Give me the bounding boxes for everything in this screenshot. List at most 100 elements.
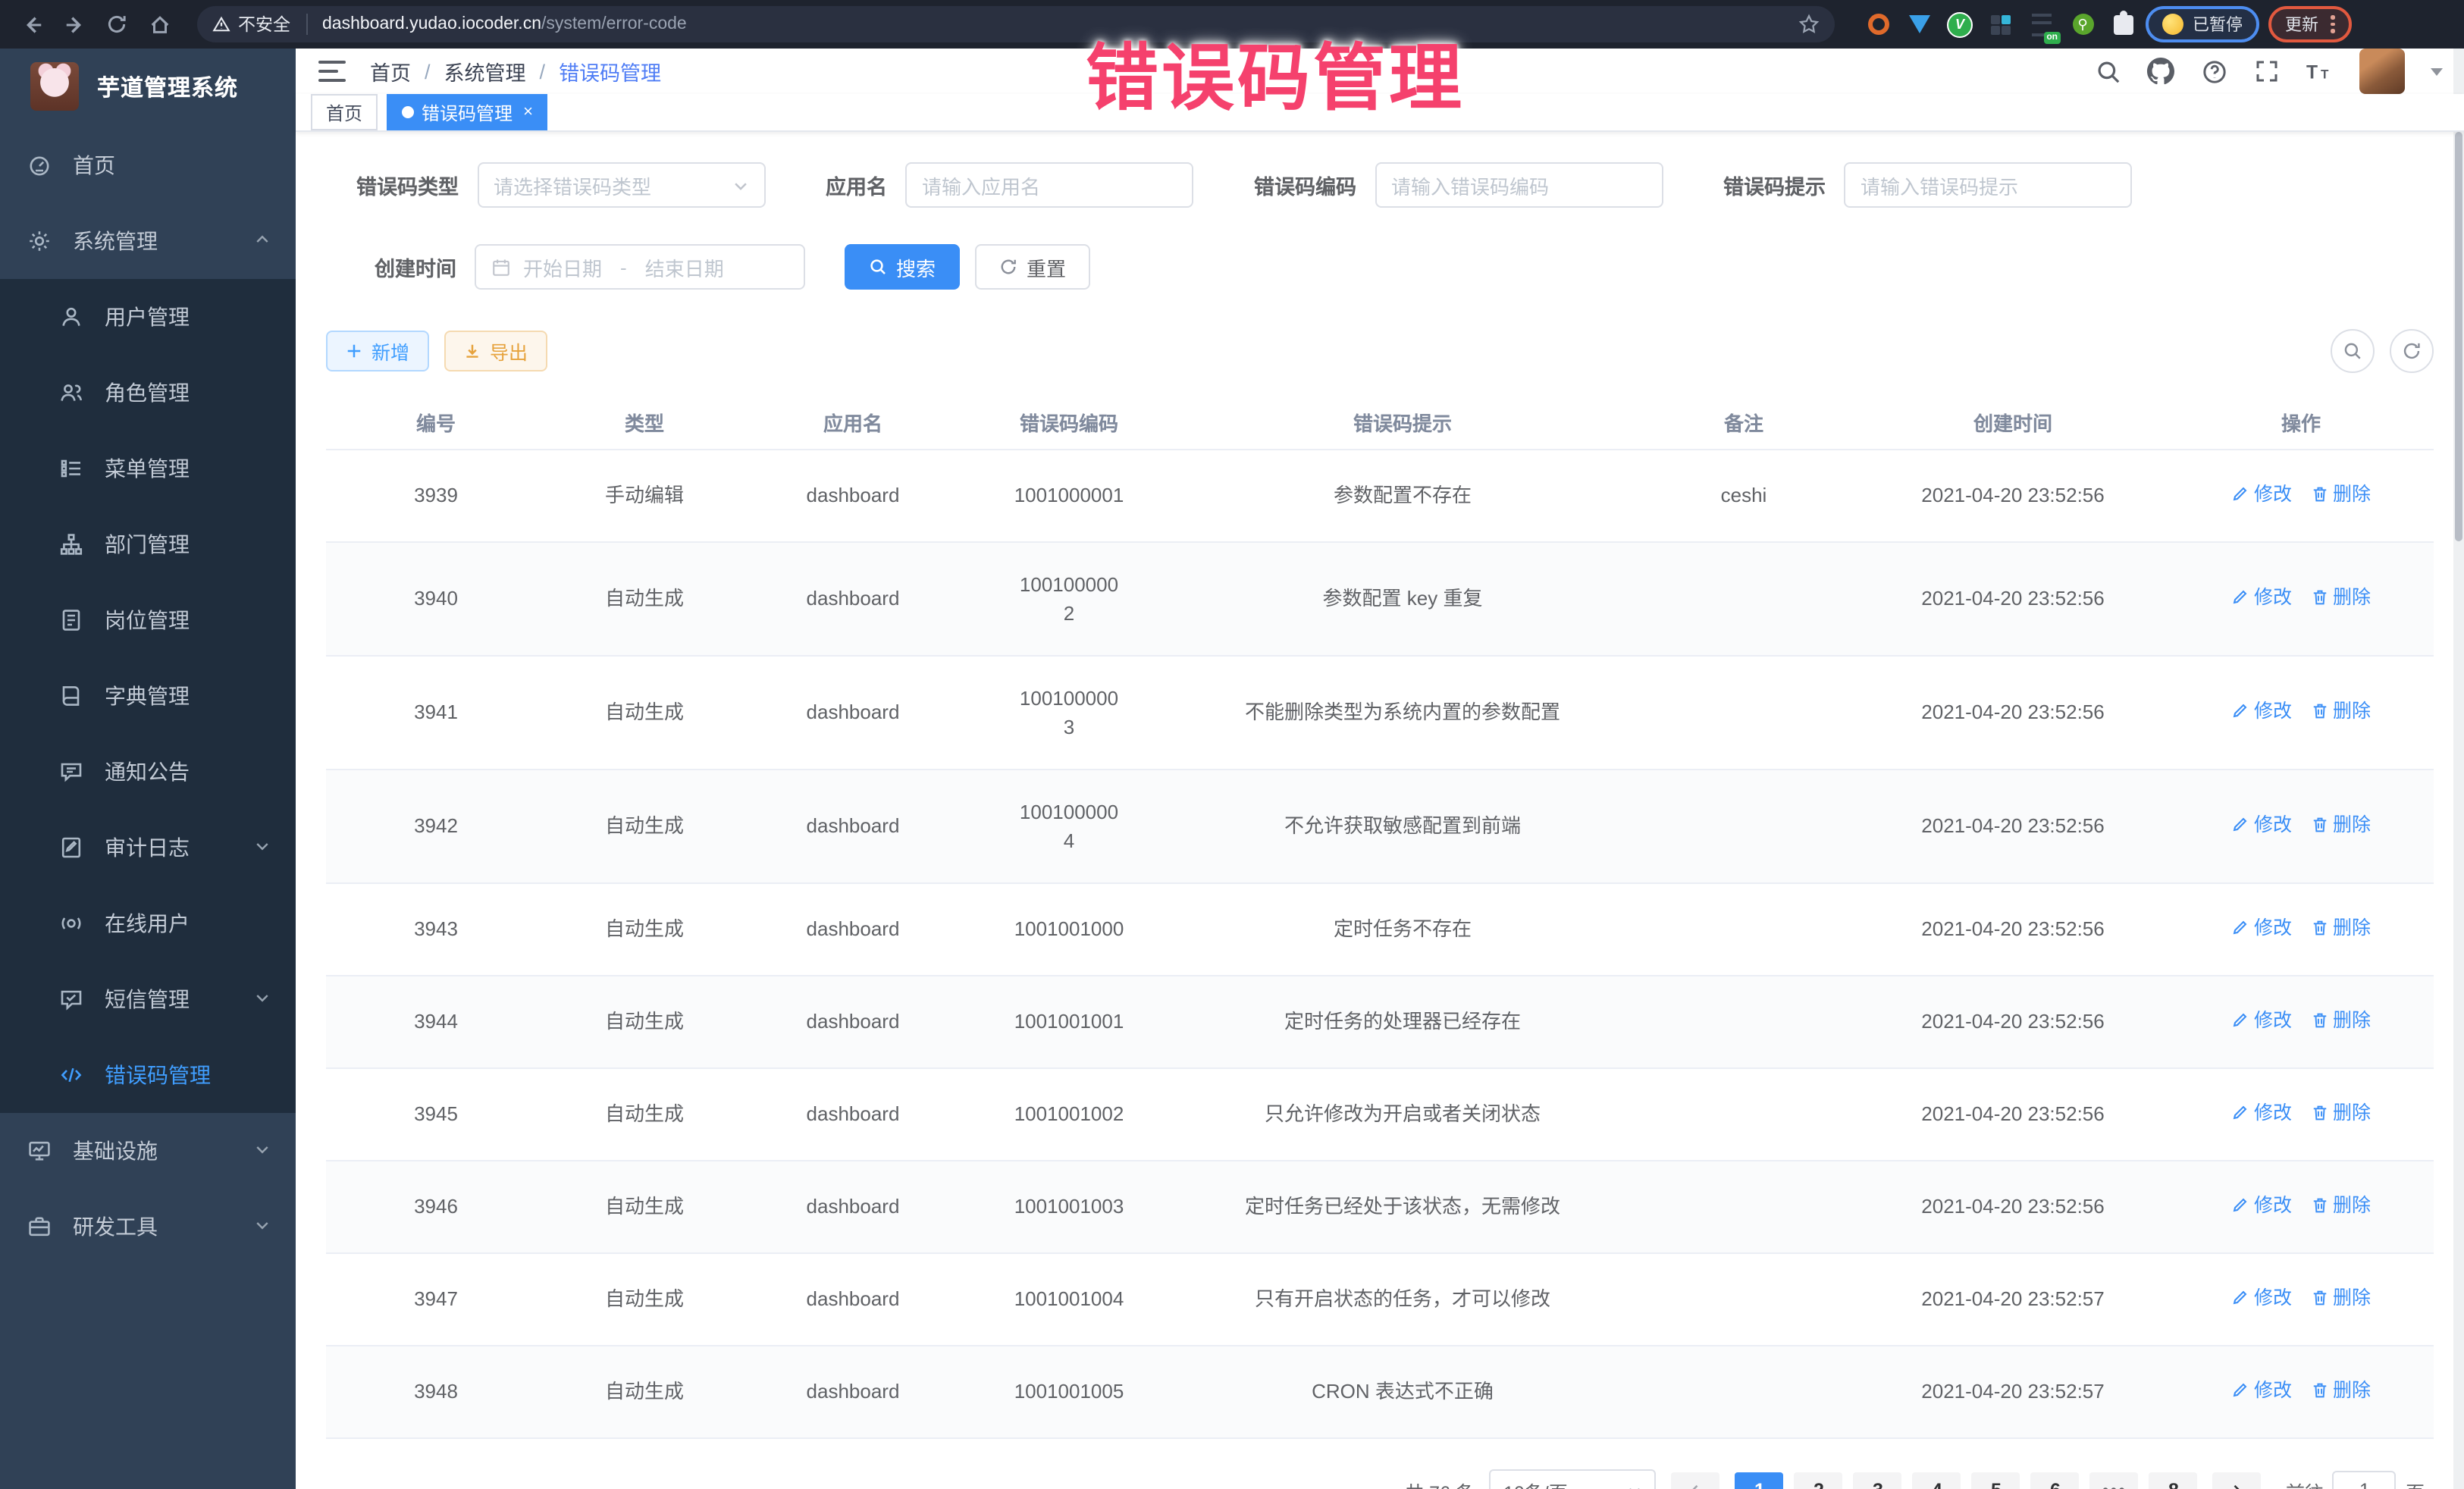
edit-link[interactable]: 修改: [2231, 1099, 2292, 1127]
search-button[interactable]: 搜索: [845, 244, 960, 290]
page-button-6[interactable]: 6: [2031, 1472, 2080, 1489]
bookmark-star-icon[interactable]: [1798, 14, 1820, 35]
grid-extension-icon[interactable]: [1988, 11, 2014, 37]
page-button-5[interactable]: 5: [1972, 1472, 2020, 1489]
breadcrumb-item[interactable]: 首页: [370, 56, 411, 86]
delete-link[interactable]: 删除: [2310, 810, 2371, 839]
sidebar-item-首页[interactable]: 首页: [0, 127, 296, 203]
address-bar[interactable]: 不安全 dashboard.yudao.iocoder.cn/system/er…: [197, 6, 1835, 42]
blue-gem-extension-icon[interactable]: [1906, 11, 1932, 37]
page-scrollbar[interactable]: [2453, 49, 2464, 1489]
delete-link[interactable]: 删除: [2310, 697, 2371, 726]
announcement-icon: [58, 759, 83, 785]
back-icon[interactable]: [15, 8, 49, 41]
delete-link[interactable]: 删除: [2310, 1006, 2371, 1035]
sidebar-item-字典管理[interactable]: 字典管理: [0, 658, 296, 734]
app-name-input[interactable]: 请输入应用名: [905, 162, 1193, 208]
orange-ring-extension-icon[interactable]: [1865, 11, 1891, 37]
breadcrumb-item: 错误码管理: [559, 56, 661, 86]
browser-menu-icon[interactable]: [2331, 16, 2334, 33]
font-size-icon[interactable]: TT: [2306, 58, 2334, 85]
breadcrumb-item[interactable]: 系统管理: [444, 56, 526, 86]
search-icon[interactable]: [2094, 58, 2121, 85]
delete-link[interactable]: 删除: [2310, 1376, 2371, 1405]
toggle-search-button[interactable]: [2331, 329, 2375, 373]
page-button-2[interactable]: 2: [1795, 1472, 1843, 1489]
reload-icon[interactable]: [100, 8, 133, 41]
sidebar-item-岗位管理[interactable]: 岗位管理: [0, 582, 296, 658]
cell-actions: 修改删除: [2168, 1346, 2434, 1438]
goto-label: 前往: [2286, 1476, 2324, 1489]
app-logo-row[interactable]: 芋道管理系统: [0, 49, 296, 124]
reset-button[interactable]: 重置: [975, 244, 1090, 290]
edit-link[interactable]: 修改: [2231, 1191, 2292, 1220]
page-button-8[interactable]: 8: [2149, 1472, 2198, 1489]
sidebar-item-研发工具[interactable]: 研发工具: [0, 1189, 296, 1265]
home-icon[interactable]: [143, 8, 176, 41]
puzzle-extension-icon[interactable]: [2111, 11, 2136, 37]
refresh-table-button[interactable]: [2390, 329, 2434, 373]
scrollbar-thumb[interactable]: [2455, 132, 2462, 541]
sidebar-item-基础设施[interactable]: 基础设施: [0, 1113, 296, 1189]
edit-link[interactable]: 修改: [2231, 1006, 2292, 1035]
cell-id: 3944: [326, 976, 546, 1068]
export-button[interactable]: 导出: [444, 331, 547, 371]
delete-link[interactable]: 删除: [2310, 914, 2371, 942]
user-menu-caret-icon[interactable]: [2431, 67, 2443, 75]
error-code-input[interactable]: 请输入错误码编码: [1375, 162, 1663, 208]
edit-link[interactable]: 修改: [2231, 1284, 2292, 1312]
list-on-extension-icon[interactable]: on: [2029, 11, 2055, 37]
sidebar-item-部门管理[interactable]: 部门管理: [0, 506, 296, 582]
error-hint-input[interactable]: 请输入错误码提示: [1844, 162, 2132, 208]
sidebar-item-label: 岗位管理: [105, 605, 190, 635]
add-button[interactable]: 新增: [326, 331, 429, 371]
tag-错误码管理[interactable]: 错误码管理×: [387, 94, 548, 130]
date-range-picker[interactable]: 开始日期 - 结束日期: [475, 244, 805, 290]
edit-link[interactable]: 修改: [2231, 1376, 2292, 1405]
sidebar-item-审计日志[interactable]: 审计日志: [0, 810, 296, 886]
user-avatar[interactable]: [2359, 49, 2405, 94]
page-button-4[interactable]: 4: [1913, 1472, 1961, 1489]
green-key-extension-icon[interactable]: ⚲: [2070, 11, 2096, 37]
edit-link[interactable]: 修改: [2231, 480, 2292, 509]
sidebar-item-在线用户[interactable]: 在线用户: [0, 886, 296, 961]
sidebar-item-用户管理[interactable]: 用户管理: [0, 279, 296, 355]
browser-update-button[interactable]: 更新: [2268, 6, 2351, 42]
error-code-type-select[interactable]: 请选择错误码类型: [477, 162, 765, 208]
topbar: 首页/系统管理/错误码管理 TT: [296, 49, 2464, 94]
sidebar-item-短信管理[interactable]: 短信管理: [0, 961, 296, 1037]
sidebar-item-角色管理[interactable]: 角色管理: [0, 355, 296, 431]
more-pages-icon[interactable]: •••: [2090, 1472, 2139, 1489]
tag-首页[interactable]: 首页: [311, 94, 378, 130]
delete-link[interactable]: 删除: [2310, 480, 2371, 509]
delete-link[interactable]: 删除: [2310, 1284, 2371, 1312]
forward-icon[interactable]: [58, 8, 91, 41]
collapse-sidebar-icon[interactable]: [318, 61, 346, 82]
page-button-3[interactable]: 3: [1854, 1472, 1902, 1489]
github-icon[interactable]: [2147, 58, 2174, 85]
column-header-操作: 操作: [2168, 394, 2434, 450]
page-content: 错误码类型 请选择错误码类型 应用名 请输入应用名 错误码编码: [296, 132, 2464, 1489]
fullscreen-icon[interactable]: [2253, 58, 2281, 85]
help-icon[interactable]: [2200, 58, 2227, 85]
close-tag-icon[interactable]: ×: [523, 103, 533, 121]
goto-page-input[interactable]: 1: [2333, 1471, 2397, 1489]
green-v-extension-icon[interactable]: V: [1947, 11, 1973, 37]
delete-link[interactable]: 删除: [2310, 1099, 2371, 1127]
paused-profile-chip[interactable]: 已暂停: [2146, 6, 2259, 42]
edit-link[interactable]: 修改: [2231, 914, 2292, 942]
sidebar-item-错误码管理[interactable]: 错误码管理: [0, 1037, 296, 1113]
page-size-select[interactable]: 10条/页: [1490, 1469, 1657, 1489]
next-page-button[interactable]: [2213, 1472, 2262, 1489]
page-button-1[interactable]: 1: [1735, 1472, 1784, 1489]
sidebar-item-菜单管理[interactable]: 菜单管理: [0, 431, 296, 506]
prev-page-button[interactable]: [1672, 1472, 1720, 1489]
table-row: 3946自动生成dashboard1001001003定时任务已经处于该状态，无…: [326, 1161, 2434, 1253]
sidebar-item-系统管理[interactable]: 系统管理: [0, 203, 296, 279]
edit-link[interactable]: 修改: [2231, 583, 2292, 612]
delete-link[interactable]: 删除: [2310, 1191, 2371, 1220]
edit-link[interactable]: 修改: [2231, 697, 2292, 726]
edit-link[interactable]: 修改: [2231, 810, 2292, 839]
sidebar-item-通知公告[interactable]: 通知公告: [0, 734, 296, 810]
delete-link[interactable]: 删除: [2310, 583, 2371, 612]
